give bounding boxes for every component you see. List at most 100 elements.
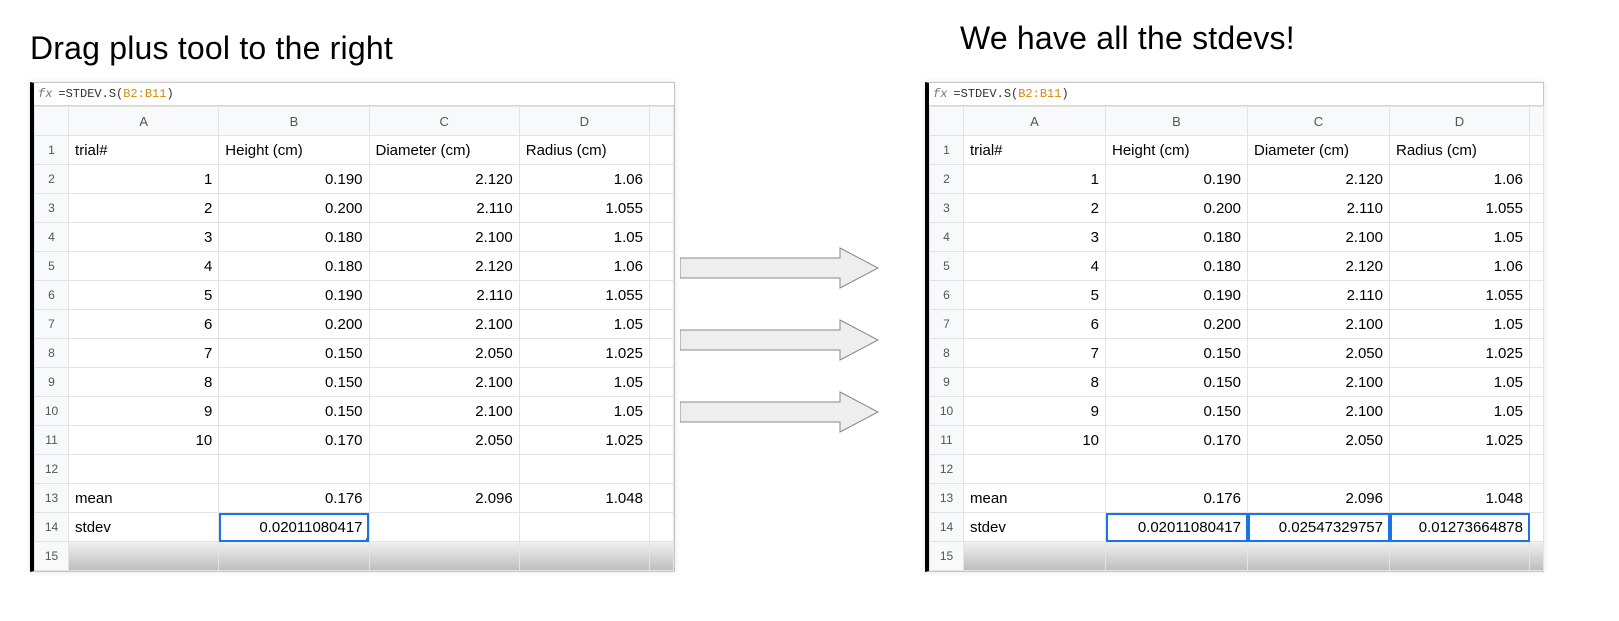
cell[interactable]: stdev — [964, 513, 1106, 542]
cell[interactable]: trial# — [69, 136, 219, 165]
cell[interactable]: 2.100 — [369, 223, 519, 252]
cell[interactable]: 0.150 — [1106, 339, 1248, 368]
col-header[interactable]: B — [219, 107, 369, 136]
cell[interactable]: 2.096 — [1248, 484, 1390, 513]
cell[interactable]: 0.190 — [219, 281, 369, 310]
table-row[interactable]: 320.2002.1101.055 — [930, 194, 1544, 223]
cell[interactable] — [964, 455, 1106, 484]
table-row[interactable]: 870.1502.0501.025 — [35, 339, 674, 368]
cell[interactable]: 2.050 — [1248, 426, 1390, 455]
cell[interactable]: 1.025 — [519, 426, 649, 455]
cell[interactable]: trial# — [964, 136, 1106, 165]
table-row[interactable]: 430.1802.1001.05 — [930, 223, 1544, 252]
cell[interactable]: 0.180 — [219, 252, 369, 281]
cell[interactable]: 4 — [964, 252, 1106, 281]
cell[interactable]: 2.050 — [1248, 339, 1390, 368]
cell[interactable]: 2.100 — [369, 397, 519, 426]
cell[interactable]: 0.180 — [1106, 252, 1248, 281]
cell[interactable]: 1.06 — [519, 252, 649, 281]
cell[interactable] — [1106, 455, 1248, 484]
selected-cell[interactable]: 0.02011080417 — [1106, 513, 1248, 542]
cell[interactable]: 1.055 — [1390, 281, 1530, 310]
cell[interactable] — [519, 455, 649, 484]
cell[interactable]: 0.200 — [219, 310, 369, 339]
cell[interactable]: 0.150 — [219, 339, 369, 368]
cell[interactable]: 2.120 — [369, 252, 519, 281]
cell[interactable] — [369, 513, 519, 542]
cell[interactable]: 1.05 — [1390, 368, 1530, 397]
cell[interactable]: 2.100 — [1248, 310, 1390, 339]
cell[interactable]: 0.170 — [219, 426, 369, 455]
cell[interactable]: 1.05 — [519, 310, 649, 339]
cell[interactable]: stdev — [69, 513, 219, 542]
cell[interactable]: 9 — [69, 397, 219, 426]
cell[interactable]: mean — [69, 484, 219, 513]
col-header[interactable]: D — [519, 107, 649, 136]
cell[interactable]: 1 — [964, 165, 1106, 194]
cell[interactable]: 2.100 — [369, 368, 519, 397]
cell[interactable]: 1.06 — [1390, 252, 1530, 281]
cell[interactable]: Diameter (cm) — [369, 136, 519, 165]
table-row[interactable]: 760.2002.1001.05 — [930, 310, 1544, 339]
cell[interactable]: 5 — [69, 281, 219, 310]
table-row[interactable]: 14 stdev 0.02011080417 — [35, 513, 674, 542]
selected-cell[interactable]: 0.01273664878 — [1390, 513, 1530, 542]
cell[interactable] — [219, 455, 369, 484]
cell[interactable]: 0.190 — [1106, 165, 1248, 194]
cell[interactable]: 0.200 — [219, 194, 369, 223]
cell[interactable]: 0.190 — [1106, 281, 1248, 310]
cell[interactable]: 1.025 — [519, 339, 649, 368]
table-row[interactable]: 12 — [930, 455, 1544, 484]
cell[interactable]: 0.180 — [219, 223, 369, 252]
cell[interactable]: 10 — [964, 426, 1106, 455]
cell[interactable]: 0.150 — [219, 397, 369, 426]
cell[interactable]: 1.05 — [1390, 397, 1530, 426]
cell[interactable]: 2.100 — [369, 310, 519, 339]
table-row[interactable]: 870.1502.0501.025 — [930, 339, 1544, 368]
cell[interactable]: Height (cm) — [1106, 136, 1248, 165]
cell[interactable]: 1.05 — [1390, 223, 1530, 252]
cell[interactable]: 0.180 — [1106, 223, 1248, 252]
cell[interactable]: 8 — [964, 368, 1106, 397]
table-row[interactable]: 210.1902.1201.06 — [930, 165, 1544, 194]
cell[interactable]: 0.176 — [219, 484, 369, 513]
cell[interactable]: 1.048 — [1390, 484, 1530, 513]
cell[interactable]: 2.100 — [1248, 368, 1390, 397]
cell[interactable]: 6 — [69, 310, 219, 339]
fill-handle[interactable] — [366, 538, 370, 542]
cell[interactable]: 2.110 — [369, 194, 519, 223]
table-row[interactable]: 650.1902.1101.055 — [930, 281, 1544, 310]
cell[interactable]: 7 — [964, 339, 1106, 368]
table-row[interactable]: 12 — [35, 455, 674, 484]
table-row[interactable]: 1 trial# Height (cm) Diameter (cm) Radiu… — [930, 136, 1544, 165]
cell[interactable]: 5 — [964, 281, 1106, 310]
selected-cell[interactable]: 0.02547329757 — [1248, 513, 1390, 542]
cell[interactable]: 2.110 — [1248, 281, 1390, 310]
formula-bar[interactable]: fx =STDEV.S(B2:B11) — [34, 83, 674, 106]
col-header[interactable]: D — [1390, 107, 1530, 136]
cell[interactable]: 2.096 — [369, 484, 519, 513]
table-row[interactable]: 11100.1702.0501.025 — [930, 426, 1544, 455]
table-row[interactable]: 320.2002.1101.055 — [35, 194, 674, 223]
cell[interactable]: 2.120 — [369, 165, 519, 194]
cell[interactable]: 1.05 — [1390, 310, 1530, 339]
table-row[interactable]: 210.1902.1201.06 — [35, 165, 674, 194]
table-row[interactable]: 11100.1702.0501.025 — [35, 426, 674, 455]
grid-before[interactable]: A B C D 1 trial# Height (cm) Diameter (c… — [34, 106, 674, 571]
col-header[interactable]: C — [1248, 107, 1390, 136]
table-row[interactable]: 1090.1502.1001.05 — [35, 397, 674, 426]
table-row[interactable]: 540.1802.1201.06 — [35, 252, 674, 281]
cell[interactable]: Diameter (cm) — [1248, 136, 1390, 165]
cell[interactable]: 2.120 — [1248, 252, 1390, 281]
cell[interactable]: 0.150 — [1106, 368, 1248, 397]
cell[interactable]: 2.100 — [1248, 223, 1390, 252]
cell[interactable]: 1.025 — [1390, 426, 1530, 455]
table-row[interactable]: 15 — [930, 542, 1544, 571]
cell[interactable]: 2.050 — [369, 426, 519, 455]
cell[interactable]: 1.05 — [519, 368, 649, 397]
cell[interactable]: 1 — [69, 165, 219, 194]
cell[interactable]: 1.048 — [519, 484, 649, 513]
cell[interactable]: 0.150 — [219, 368, 369, 397]
grid-after[interactable]: A B C D 1 trial# Height (cm) Diameter (c… — [929, 106, 1544, 571]
cell[interactable] — [69, 455, 219, 484]
